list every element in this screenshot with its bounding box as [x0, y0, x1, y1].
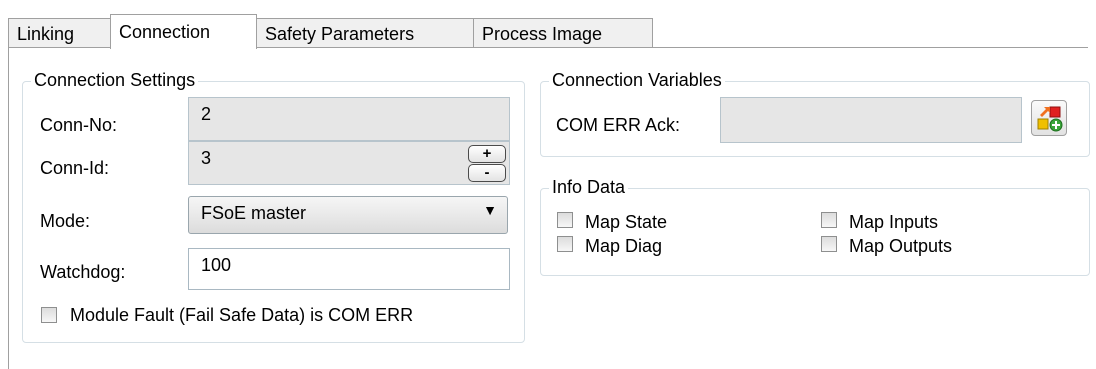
- conn-no-value: 2: [201, 104, 212, 124]
- module-fault-checkbox[interactable]: [41, 307, 57, 323]
- group-title: Connection Variables: [549, 70, 725, 91]
- watchdog-field[interactable]: 100: [188, 248, 510, 290]
- mode-value: FSoE master: [201, 203, 307, 223]
- conn-no-field[interactable]: 2: [188, 97, 510, 141]
- tab-label: Linking: [17, 24, 75, 44]
- conn-id-field[interactable]: 3: [188, 141, 510, 185]
- chevron-down-icon: ▼: [483, 202, 497, 218]
- tab-safety-parameters[interactable]: Safety Parameters: [256, 18, 474, 48]
- map-inputs-label: Map Inputs: [849, 212, 939, 232]
- link-variable-button[interactable]: [1031, 100, 1067, 136]
- tab-process-image[interactable]: Process Image: [473, 18, 653, 48]
- watchdog-label: Watchdog:: [40, 262, 126, 282]
- conn-no-label: Conn-No:: [40, 115, 118, 135]
- tab-label: Connection: [119, 22, 211, 42]
- conn-id-value: 3: [201, 148, 212, 168]
- tab-label: Process Image: [482, 24, 603, 44]
- map-diag-checkbox[interactable]: [557, 236, 573, 252]
- group-title: Info Data: [549, 177, 629, 198]
- minus-icon: -: [484, 164, 490, 181]
- map-state-checkbox[interactable]: [557, 212, 573, 228]
- com-err-ack-field[interactable]: [720, 97, 1022, 143]
- map-inputs-checkbox[interactable]: [821, 212, 837, 228]
- mode-label: Mode:: [40, 211, 91, 231]
- com-err-ack-label: COM ERR Ack:: [556, 115, 681, 135]
- tab-linking[interactable]: Linking: [8, 18, 111, 48]
- conn-id-label: Conn-Id:: [40, 158, 110, 178]
- map-diag-label: Map Diag: [585, 236, 663, 256]
- map-outputs-label: Map Outputs: [849, 236, 953, 256]
- module-fault-label: Module Fault (Fail Safe Data) is COM ERR: [70, 305, 414, 325]
- watchdog-value: 100: [201, 255, 232, 275]
- increment-button[interactable]: +: [468, 145, 506, 163]
- decrement-button[interactable]: -: [468, 164, 506, 182]
- mode-select[interactable]: FSoE master ▼: [188, 196, 508, 234]
- tab-label: Safety Parameters: [265, 24, 415, 44]
- link-variable-icon: [1037, 106, 1063, 132]
- map-outputs-checkbox[interactable]: [821, 236, 837, 252]
- plus-icon: +: [482, 145, 492, 162]
- group-title: Connection Settings: [31, 70, 199, 91]
- tab-connection[interactable]: Connection: [110, 14, 257, 49]
- map-state-label: Map State: [585, 212, 668, 232]
